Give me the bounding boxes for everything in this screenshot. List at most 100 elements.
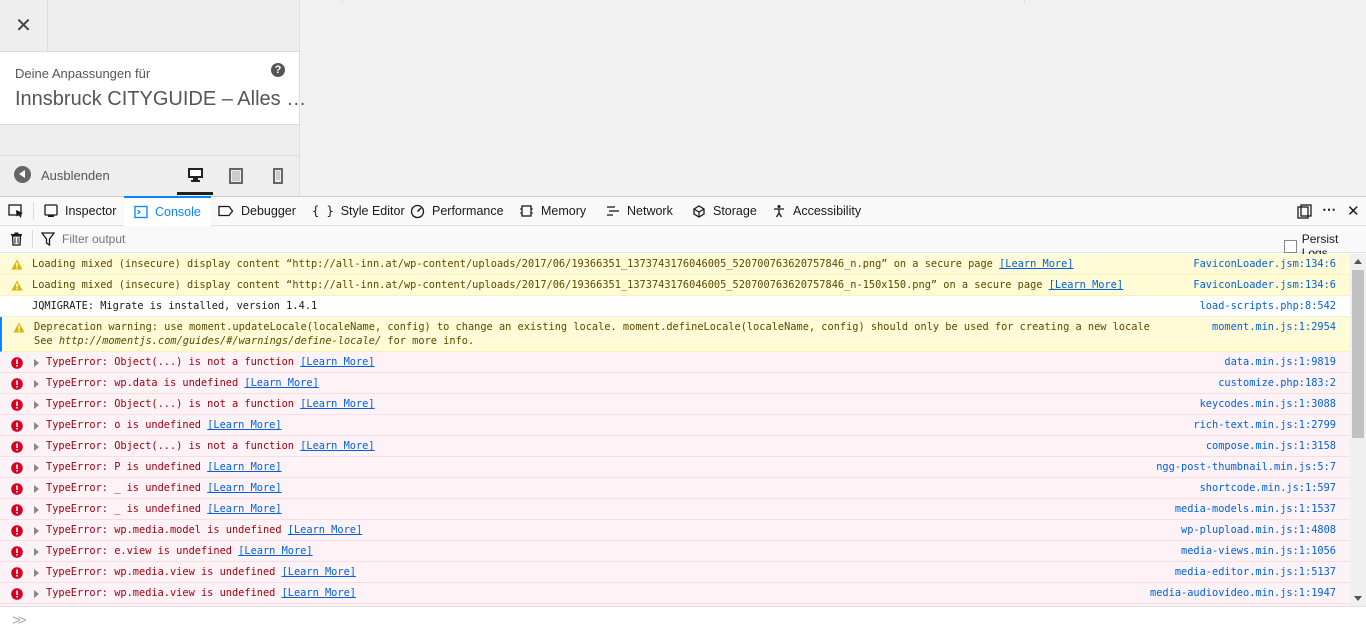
close-customizer-button[interactable]: ✕	[0, 0, 48, 52]
dock-button[interactable]	[1297, 204, 1312, 224]
learn-more-link[interactable]: [Learn More]	[207, 503, 281, 515]
console-message[interactable]: Loading mixed (insecure) display content…	[0, 254, 1350, 275]
console-message[interactable]: TypeError: _ is undefined [Learn More] me…	[0, 499, 1350, 520]
console-message[interactable]: TypeError: P is undefined [Learn More] ng…	[0, 457, 1350, 478]
console-message[interactable]: TypeError: Object(...) is not a function…	[0, 394, 1350, 415]
tab-style-editor[interactable]: { } Style Editor	[312, 197, 405, 225]
tab-storage[interactable]: Storage	[692, 197, 757, 225]
panel-header-spacer	[48, 0, 299, 52]
expand-arrow-icon[interactable]	[34, 422, 39, 430]
element-picker-button[interactable]	[8, 203, 24, 224]
tab-memory[interactable]: Memory	[519, 197, 586, 225]
console-message[interactable]: Loading mixed (insecure) display content…	[0, 275, 1350, 296]
message-body: TypeError: _ is undefined [Learn More]	[0, 499, 1350, 519]
expand-arrow-icon[interactable]	[34, 506, 39, 514]
error-icon	[11, 567, 23, 582]
expand-arrow-icon[interactable]	[34, 590, 39, 598]
learn-more-link[interactable]: [Learn More]	[1049, 279, 1123, 291]
message-source-link[interactable]: compose.min.js:1:3158	[1206, 439, 1336, 453]
message-body: Loading mixed (insecure) display content…	[0, 254, 1350, 274]
expand-arrow-icon[interactable]	[34, 443, 39, 451]
message-source-link[interactable]: data.min.js:1:9819	[1224, 355, 1336, 369]
console-message[interactable]: TypeError: _ is undefined [Learn More] sh…	[0, 478, 1350, 499]
tab-performance[interactable]: Performance	[410, 197, 504, 225]
tab-debugger[interactable]: Debugger	[218, 197, 296, 225]
console-message[interactable]: Deprecation warning: use moment.updateLo…	[0, 317, 1350, 352]
console-message[interactable]: TypeError: wp.media.model is undefined […	[0, 520, 1350, 541]
console-message[interactable]: TypeError: e.view is undefined [Learn Mo…	[0, 541, 1350, 562]
message-url[interactable]: http://momentjs.com/guides/#/warnings/de…	[59, 335, 381, 347]
learn-more-link[interactable]: [Learn More]	[300, 398, 374, 410]
tab-console[interactable]: Console	[124, 196, 211, 226]
message-source-link[interactable]: media-models.min.js:1:1537	[1175, 502, 1336, 516]
learn-more-link[interactable]: [Learn More]	[207, 419, 281, 431]
message-source-link[interactable]: wp-plupload.min.js:1:4808	[1181, 523, 1336, 537]
message-source-link[interactable]: load-scripts.php:8:542	[1200, 299, 1336, 313]
scroll-up-arrow[interactable]	[1354, 259, 1362, 264]
console-scrollbar[interactable]	[1350, 254, 1366, 606]
scroll-down-arrow[interactable]	[1354, 596, 1362, 601]
console-message[interactable]: TypeError: wp.media.view is undefined [L…	[0, 562, 1350, 583]
message-body: TypeError: Object(...) is not a function…	[0, 394, 1350, 414]
more-options-button[interactable]: ⋯	[1322, 201, 1336, 218]
message-source-link[interactable]: FaviconLoader.jsm:134:6	[1193, 257, 1336, 271]
top-line-right	[1024, 0, 1025, 3]
tab-network[interactable]: Network	[606, 197, 673, 225]
message-source-link[interactable]: FaviconLoader.jsm:134:6	[1193, 278, 1336, 292]
message-source-link[interactable]: shortcode.min.js:1:597	[1200, 481, 1336, 495]
site-title: Innsbruck CITYGUIDE – Alles …	[15, 88, 307, 110]
message-text: TypeError: o is undefined	[46, 419, 201, 431]
learn-more-link[interactable]: [Learn More]	[238, 545, 312, 557]
learn-more-link[interactable]: [Learn More]	[207, 461, 281, 473]
preview-tablet-button[interactable]	[218, 156, 254, 195]
expand-arrow-icon[interactable]	[34, 569, 39, 577]
tab-label: Performance	[432, 204, 504, 218]
expand-arrow-icon[interactable]	[34, 464, 39, 472]
tab-accessibility[interactable]: Accessibility	[772, 197, 861, 225]
console-message[interactable]: TypeError: wp.data is undefined [Learn M…	[0, 373, 1350, 394]
message-source-link[interactable]: media-views.min.js:1:1056	[1181, 544, 1336, 558]
expand-arrow-icon[interactable]	[34, 359, 39, 367]
console-message[interactable]: TypeError: o is undefined [Learn More] ri…	[0, 415, 1350, 436]
tab-inspector[interactable]: Inspector	[44, 197, 116, 225]
console-input[interactable]: >>	[0, 606, 1366, 635]
learn-more-link[interactable]: [Learn More]	[207, 482, 281, 494]
console-message[interactable]: JQMIGRATE: Migrate is installed, version…	[0, 296, 1350, 317]
expand-arrow-icon[interactable]	[34, 527, 39, 535]
error-icon	[11, 441, 23, 456]
learn-more-link[interactable]: [Learn More]	[999, 258, 1073, 270]
message-source-link[interactable]: media-audiovideo.min.js:1:1947	[1150, 586, 1336, 600]
message-source-link[interactable]: media-editor.min.js:1:5137	[1175, 565, 1336, 579]
console-message[interactable]: TypeError: Object(...) is not a function…	[0, 436, 1350, 457]
tab-label: Network	[627, 204, 673, 218]
expand-arrow-icon[interactable]	[34, 401, 39, 409]
help-icon[interactable]: ?	[271, 63, 285, 77]
message-source-link[interactable]: customize.php:183:2	[1218, 376, 1336, 390]
preview-desktop-button[interactable]	[177, 156, 213, 195]
learn-more-link[interactable]: [Learn More]	[282, 566, 356, 578]
message-source-link[interactable]: moment.min.js:1:2954	[1212, 320, 1336, 334]
message-source-link[interactable]: rich-text.min.js:1:2799	[1193, 418, 1336, 432]
tab-label: Debugger	[241, 204, 296, 218]
clear-console-button[interactable]	[10, 232, 23, 251]
console-message[interactable]: TypeError: wp.media.view is undefined [L…	[0, 583, 1350, 604]
message-body: TypeError: wp.media.view is undefined [L…	[0, 562, 1350, 582]
message-source-link[interactable]: ngg-post-thumbnail.min.js:5:7	[1156, 460, 1336, 474]
learn-more-link[interactable]: [Learn More]	[282, 587, 356, 599]
learn-more-link[interactable]: [Learn More]	[300, 356, 374, 368]
filter-output-input[interactable]	[62, 230, 762, 248]
expand-arrow-icon[interactable]	[34, 380, 39, 388]
preview-mobile-button[interactable]	[260, 156, 296, 195]
close-devtools-button[interactable]: ✕	[1347, 202, 1360, 220]
learn-more-link[interactable]: [Learn More]	[288, 524, 362, 536]
learn-more-link[interactable]: [Learn More]	[300, 440, 374, 452]
expand-arrow-icon[interactable]	[34, 485, 39, 493]
message-source-link[interactable]: keycodes.min.js:1:3088	[1200, 397, 1336, 411]
collapse-button[interactable]: Ausblenden	[0, 156, 140, 196]
learn-more-link[interactable]: [Learn More]	[244, 377, 318, 389]
console-message[interactable]: TypeError: Object(...) is not a function…	[0, 352, 1350, 373]
expand-arrow-icon[interactable]	[34, 548, 39, 556]
scroll-thumb[interactable]	[1352, 270, 1364, 438]
customizer-panel: ✕ Deine Anpassungen für Innsbruck CITYGU…	[0, 0, 306, 196]
more-icon: ⋯	[1322, 201, 1336, 217]
